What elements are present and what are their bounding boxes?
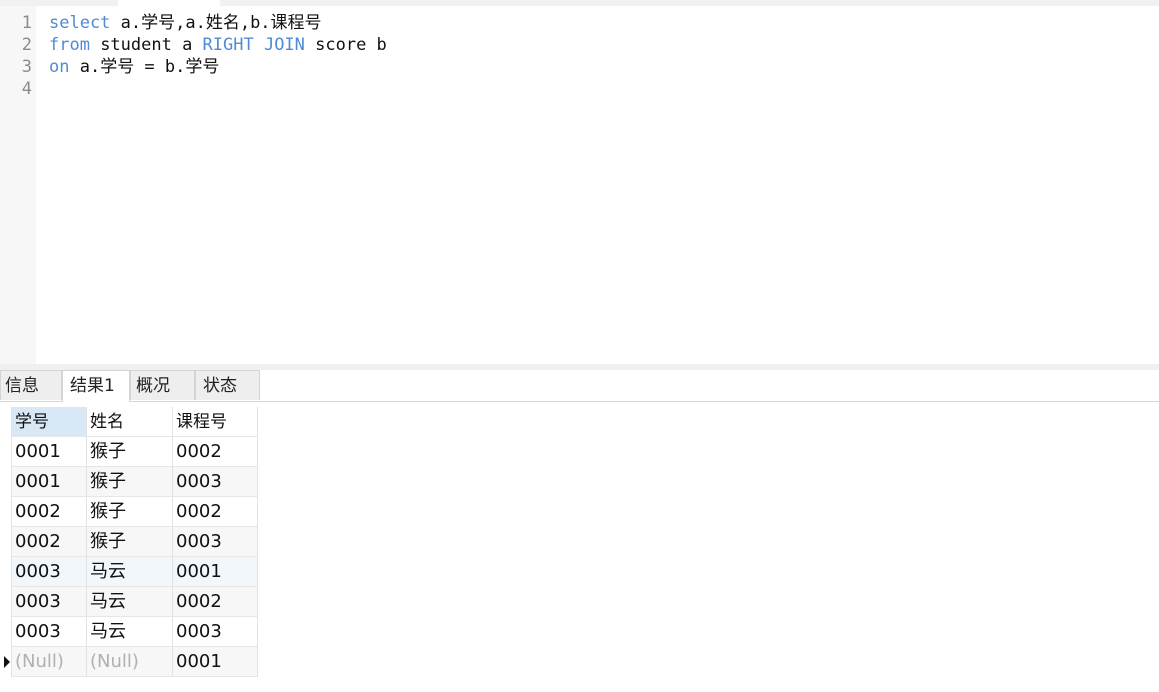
table-cell[interactable]: 0001: [173, 557, 258, 587]
tab-overview[interactable]: 概况: [130, 370, 195, 400]
sql-editor[interactable]: 1 select a.学号,a.姓名,b.课程号 2 from student a R…: [0, 6, 1159, 364]
column-header-name[interactable]: 姓名: [87, 407, 173, 437]
sql-text: student a: [89, 35, 203, 55]
table-cell[interactable]: 0003: [12, 617, 87, 647]
header-indicator: [0, 407, 12, 437]
tab-info[interactable]: 信息: [0, 370, 62, 400]
table-cell[interactable]: 0003: [173, 467, 258, 497]
tab-status-label: 状态: [203, 376, 237, 396]
table-cell[interactable]: 0002: [12, 497, 87, 527]
table-cell[interactable]: 猴子: [87, 437, 173, 467]
table-cell[interactable]: 0002: [173, 497, 258, 527]
row-indicator[interactable]: [0, 497, 12, 527]
sql-keyword: RIGHT JOIN: [202, 35, 305, 55]
table-cell[interactable]: 0003: [173, 617, 258, 647]
row-indicator[interactable]: [0, 647, 12, 677]
table-cell[interactable]: 0001: [173, 647, 258, 677]
tab-status[interactable]: 状态: [195, 370, 260, 400]
line-number: 2: [21, 35, 32, 55]
table-cell[interactable]: 猴子: [87, 527, 173, 557]
table-cell[interactable]: 马云: [87, 587, 173, 617]
row-indicator[interactable]: [0, 467, 12, 497]
code-text: on a.学号 = b.学号: [49, 56, 219, 78]
row-indicator[interactable]: [0, 557, 12, 587]
table-cell[interactable]: 马云: [87, 557, 173, 587]
line-number: 4: [21, 79, 32, 99]
tab-info-label: 信息: [5, 376, 39, 396]
result-tab-bar: 信息 结果1 概况 状态: [0, 370, 1159, 402]
table-cell[interactable]: 0001: [12, 437, 87, 467]
table-cell[interactable]: 猴子: [87, 467, 173, 497]
row-indicator[interactable]: [0, 437, 12, 467]
sql-keyword: select: [49, 13, 111, 33]
table-cell[interactable]: 0003: [12, 557, 87, 587]
line-number: 1: [21, 13, 32, 33]
column-header-course-id[interactable]: 课程号: [173, 407, 258, 437]
table-cell[interactable]: 0003: [12, 587, 87, 617]
code-text: from student a RIGHT JOIN score b: [49, 34, 387, 56]
column-header-student-id[interactable]: 学号: [12, 407, 87, 437]
tab-overview-label: 概况: [136, 376, 170, 396]
table-cell[interactable]: 0002: [12, 527, 87, 557]
sql-text: a.学号,a.姓名,b.课程号: [110, 13, 322, 33]
table-cell[interactable]: 马云: [87, 617, 173, 647]
table-cell[interactable]: 0003: [173, 527, 258, 557]
table-cell[interactable]: (Null): [87, 647, 173, 677]
table-cell[interactable]: 0001: [12, 467, 87, 497]
line-number: 3: [21, 57, 32, 77]
sql-keyword: on: [49, 57, 70, 77]
sql-keyword: from: [49, 35, 90, 55]
tab-result1-label: 结果1: [70, 376, 115, 396]
code-text: select a.学号,a.姓名,b.课程号: [49, 12, 322, 34]
row-indicator[interactable]: [0, 527, 12, 557]
sql-text: a.学号 = b.学号: [69, 57, 220, 77]
row-indicator[interactable]: [0, 587, 12, 617]
sql-text: score b: [304, 35, 387, 55]
tab-result1[interactable]: 结果1: [62, 370, 130, 402]
table-cell[interactable]: (Null): [12, 647, 87, 677]
row-indicator[interactable]: [0, 617, 12, 647]
table-cell[interactable]: 猴子: [87, 497, 173, 527]
current-row-arrow-icon: [4, 656, 10, 668]
table-cell[interactable]: 0002: [173, 437, 258, 467]
table-cell[interactable]: 0002: [173, 587, 258, 617]
